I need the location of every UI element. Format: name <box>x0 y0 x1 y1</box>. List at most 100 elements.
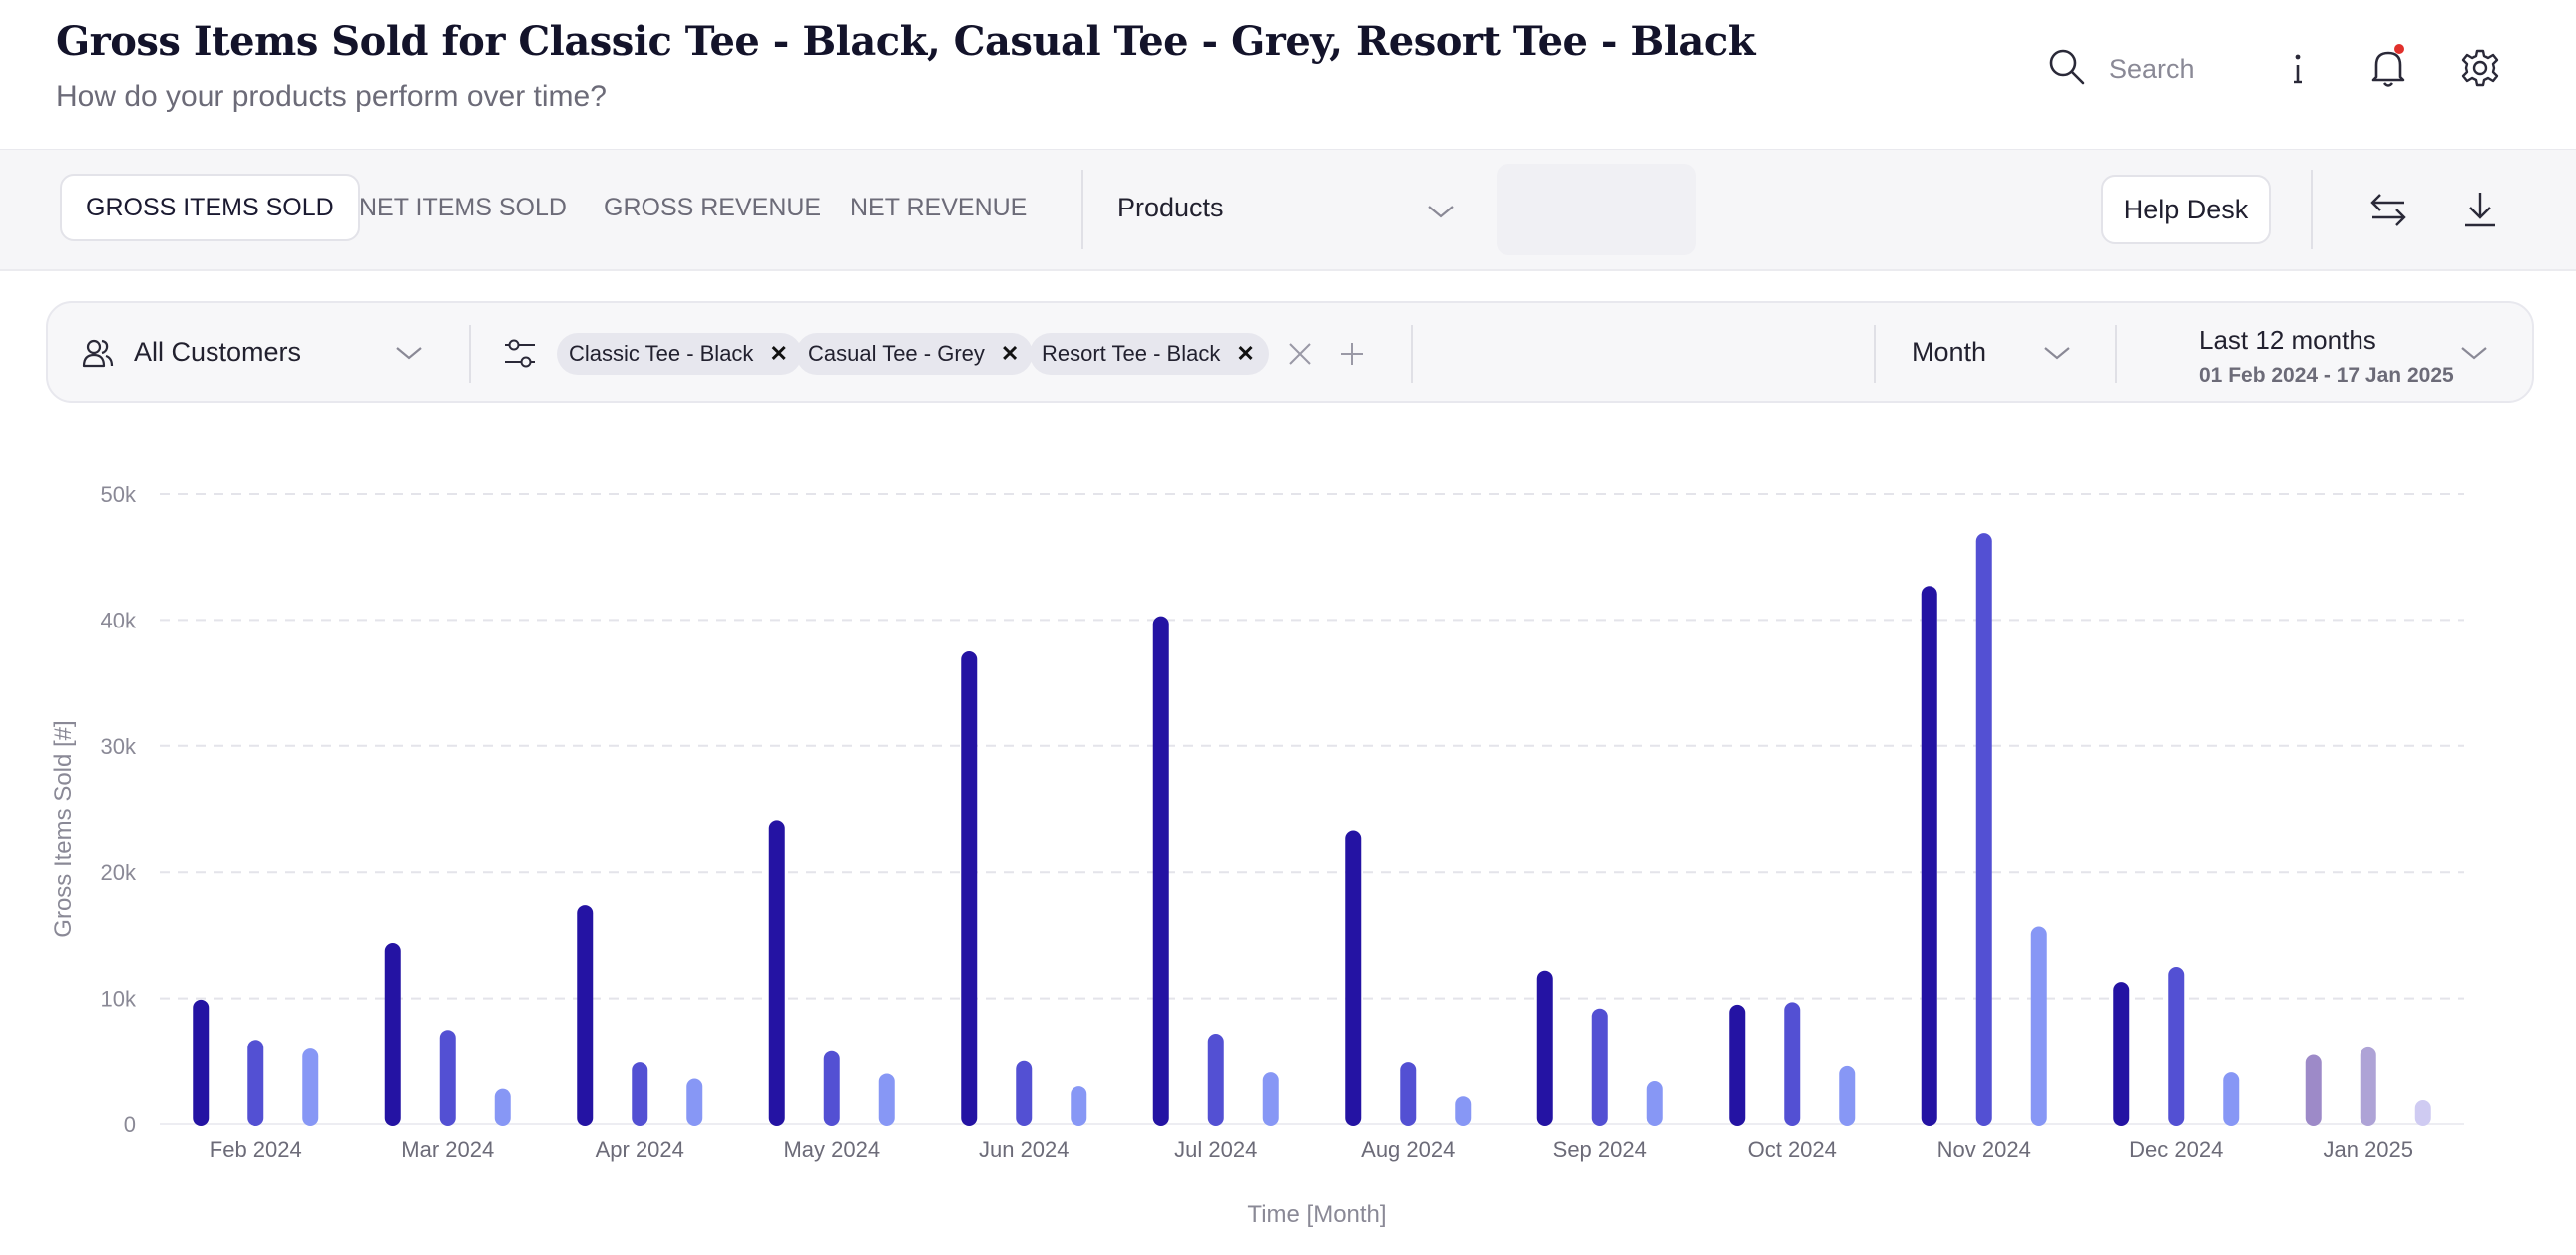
bar <box>1455 1096 1472 1126</box>
y-tick-label: 30k <box>101 734 137 759</box>
page-header: Gross Items Sold for Classic Tee - Black… <box>0 0 2576 151</box>
close-icon[interactable]: ✕ <box>769 341 787 367</box>
swap-icon[interactable] <box>2364 186 2412 233</box>
x-tick-label: Feb 2024 <box>210 1137 302 1162</box>
bar <box>1016 1060 1033 1126</box>
placeholder-control <box>1497 164 1696 255</box>
bar <box>1400 1062 1417 1126</box>
y-axis-title: Gross Items Sold [#] <box>50 720 77 937</box>
x-tick-label: Oct 2024 <box>1748 1137 1837 1162</box>
date-range-select[interactable]: Last 12 months 01 Feb 2024 - 17 Jan 2025 <box>2199 325 2454 388</box>
bar <box>1207 1033 1224 1126</box>
x-tick-label: Jul 2024 <box>1174 1137 1257 1162</box>
date-range-label: Last 12 months <box>2199 325 2376 355</box>
chevron-down-icon <box>2460 345 2488 366</box>
download-icon[interactable] <box>2456 186 2504 233</box>
gear-icon[interactable] <box>2456 44 2504 92</box>
dimension-select-value: Products <box>1117 192 1224 222</box>
x-tick-label: Mar 2024 <box>401 1137 494 1162</box>
bar <box>1071 1086 1087 1126</box>
bar <box>2305 1054 2322 1126</box>
filter-chip[interactable]: Casual Tee - Grey ✕ <box>796 333 1034 375</box>
customer-select[interactable]: All Customers <box>134 337 301 368</box>
bar <box>1536 970 1553 1126</box>
bar <box>2113 982 2130 1126</box>
bar-chart: 0 10k 20k 30k 40k 50k Feb 2024 Mar 2024 Apr 2024… <box>50 482 2464 1228</box>
y-tick-label: 10k <box>101 987 137 1012</box>
bar <box>878 1073 895 1126</box>
filter-chip-label: Resort Tee - Black <box>1042 341 1221 366</box>
search-box[interactable]: Search <box>2047 46 2195 92</box>
bar <box>2168 967 2185 1126</box>
bar <box>2223 1072 2240 1126</box>
bar <box>1975 533 1992 1126</box>
bar <box>2414 1099 2431 1126</box>
tab-gross-revenue[interactable]: GROSS REVENUE <box>604 174 821 241</box>
x-tick-label: May 2024 <box>783 1137 880 1162</box>
dimension-select[interactable]: Products <box>1117 174 1224 241</box>
bar <box>439 1030 456 1126</box>
x-tick-label: Nov 2024 <box>1937 1137 2031 1162</box>
chevron-down-icon <box>1427 204 1455 224</box>
divider <box>2311 170 2313 249</box>
bar <box>686 1078 703 1126</box>
bar <box>1152 616 1169 1126</box>
x-tick-label: Aug 2024 <box>1361 1137 1455 1162</box>
bar <box>1646 1081 1663 1126</box>
tab-gross-items-sold[interactable]: GROSS ITEMS SOLD <box>60 174 360 241</box>
bar <box>632 1062 648 1126</box>
chevron-down-icon <box>395 345 423 366</box>
close-icon[interactable]: ✕ <box>1236 341 1254 367</box>
page-title: Gross Items Sold for Classic Tee - Black… <box>56 18 1755 65</box>
granularity-select[interactable]: Month <box>1912 337 1986 368</box>
tab-net-revenue[interactable]: NET REVENUE <box>850 174 1027 241</box>
bar <box>302 1048 319 1126</box>
divider <box>2115 325 2117 383</box>
bar <box>1345 830 1362 1126</box>
x-tick-label: Jan 2025 <box>2323 1137 2413 1162</box>
bar <box>1591 1008 1608 1126</box>
add-filter-icon[interactable] <box>1339 341 1365 372</box>
x-tick-label: Jun 2024 <box>979 1137 1070 1162</box>
x-tick-label: Apr 2024 <box>596 1137 684 1162</box>
filter-sliders-icon[interactable] <box>503 337 537 376</box>
bar <box>2030 926 2047 1126</box>
divider <box>1411 325 1413 383</box>
search-label: Search <box>2109 53 2195 84</box>
search-icon <box>2047 47 2087 92</box>
x-tick-label: Sep 2024 <box>1553 1137 1647 1162</box>
bar <box>384 942 401 1126</box>
filter-bar: All Customers Classic Tee - Black ✕ Casu… <box>46 301 2534 403</box>
y-tick-label: 40k <box>101 608 137 632</box>
filter-chip-label: Casual Tee - Grey <box>808 341 985 366</box>
bar <box>1262 1072 1279 1126</box>
metric-toolbar: GROSS ITEMS SOLD NET ITEMS SOLD GROSS RE… <box>0 150 2576 271</box>
page-subtitle: How do your products perform over time? <box>56 80 607 113</box>
y-tick-label: 50k <box>101 482 137 507</box>
info-icon[interactable] <box>2274 44 2322 92</box>
filter-chip-label: Classic Tee - Black <box>569 341 754 366</box>
notification-dot <box>2394 44 2404 54</box>
bar <box>193 999 210 1126</box>
bar <box>961 651 978 1126</box>
filter-chip[interactable]: Resort Tee - Black ✕ <box>1030 333 1269 375</box>
help-desk-button[interactable]: Help Desk <box>2101 175 2271 244</box>
divider <box>1874 325 1876 383</box>
bar <box>1784 1002 1801 1126</box>
bar <box>768 820 785 1126</box>
divider <box>1081 170 1083 249</box>
close-icon[interactable]: ✕ <box>1001 341 1019 367</box>
bar <box>1921 586 1937 1126</box>
bar <box>494 1088 511 1126</box>
filter-chip[interactable]: Classic Tee - Black ✕ <box>557 333 802 375</box>
clear-all-icon[interactable] <box>1287 341 1313 372</box>
date-range-dates: 01 Feb 2024 - 17 Jan 2025 <box>2199 364 2454 387</box>
bar <box>823 1050 840 1126</box>
y-tick-label: 20k <box>101 860 137 885</box>
bar <box>577 905 594 1126</box>
divider <box>469 325 471 383</box>
tab-net-items-sold[interactable]: NET ITEMS SOLD <box>359 174 567 241</box>
customers-icon <box>82 337 114 374</box>
x-axis-title: Time [Month] <box>1247 1201 1386 1228</box>
bell-icon[interactable] <box>2364 44 2412 92</box>
